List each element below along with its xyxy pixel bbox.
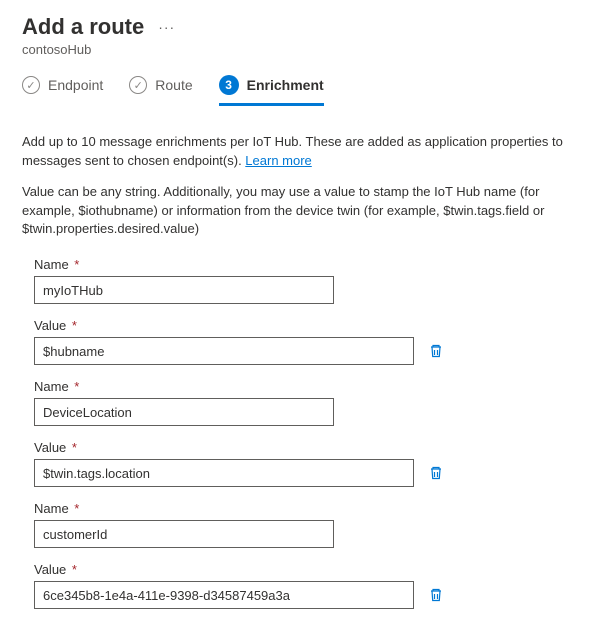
step-nav: ✓ Endpoint ✓ Route 3 Enrichment [22, 75, 588, 103]
intro-text: Add up to 10 message enrichments per IoT… [22, 133, 582, 171]
required-marker: * [68, 562, 77, 577]
enrichment-value-group: Value * [34, 318, 588, 365]
step-number-badge: 3 [219, 75, 239, 95]
step-route[interactable]: ✓ Route [129, 76, 192, 102]
hub-name: contosoHub [22, 42, 588, 57]
enrichment-name-group: Name * [34, 501, 588, 548]
value-hint-text: Value can be any string. Additionally, y… [22, 183, 582, 240]
enrichment-name-group: Name * [34, 379, 588, 426]
delete-icon[interactable] [428, 587, 444, 603]
value-label: Value * [34, 562, 588, 577]
learn-more-link[interactable]: Learn more [245, 153, 311, 168]
required-marker: * [68, 318, 77, 333]
name-label: Name * [34, 501, 588, 516]
step-label: Endpoint [48, 77, 103, 93]
enrichment-value-group: Value * [34, 562, 588, 609]
value-label: Value * [34, 318, 588, 333]
enrichment-value-input[interactable] [34, 581, 414, 609]
check-icon: ✓ [129, 76, 147, 94]
enrichments-list: Name * Value * Name * Value * Name * Val… [22, 257, 588, 609]
enrichment-value-input[interactable] [34, 459, 414, 487]
check-icon: ✓ [22, 76, 40, 94]
name-label: Name * [34, 257, 588, 272]
step-enrichment[interactable]: 3 Enrichment [219, 75, 324, 106]
required-marker: * [71, 257, 80, 272]
enrichment-name-input[interactable] [34, 520, 334, 548]
step-endpoint[interactable]: ✓ Endpoint [22, 76, 103, 102]
more-icon[interactable]: ··· [158, 19, 175, 35]
enrichment-name-group: Name * [34, 257, 588, 304]
enrichment-name-input[interactable] [34, 398, 334, 426]
delete-icon[interactable] [428, 465, 444, 481]
page-title: Add a route [22, 14, 144, 40]
enrichment-value-input[interactable] [34, 337, 414, 365]
value-label: Value * [34, 440, 588, 455]
step-label: Route [155, 77, 192, 93]
delete-icon[interactable] [428, 343, 444, 359]
enrichment-name-input[interactable] [34, 276, 334, 304]
step-label: Enrichment [247, 77, 324, 93]
required-marker: * [71, 501, 80, 516]
name-label: Name * [34, 379, 588, 394]
enrichment-value-group: Value * [34, 440, 588, 487]
required-marker: * [71, 379, 80, 394]
required-marker: * [68, 440, 77, 455]
